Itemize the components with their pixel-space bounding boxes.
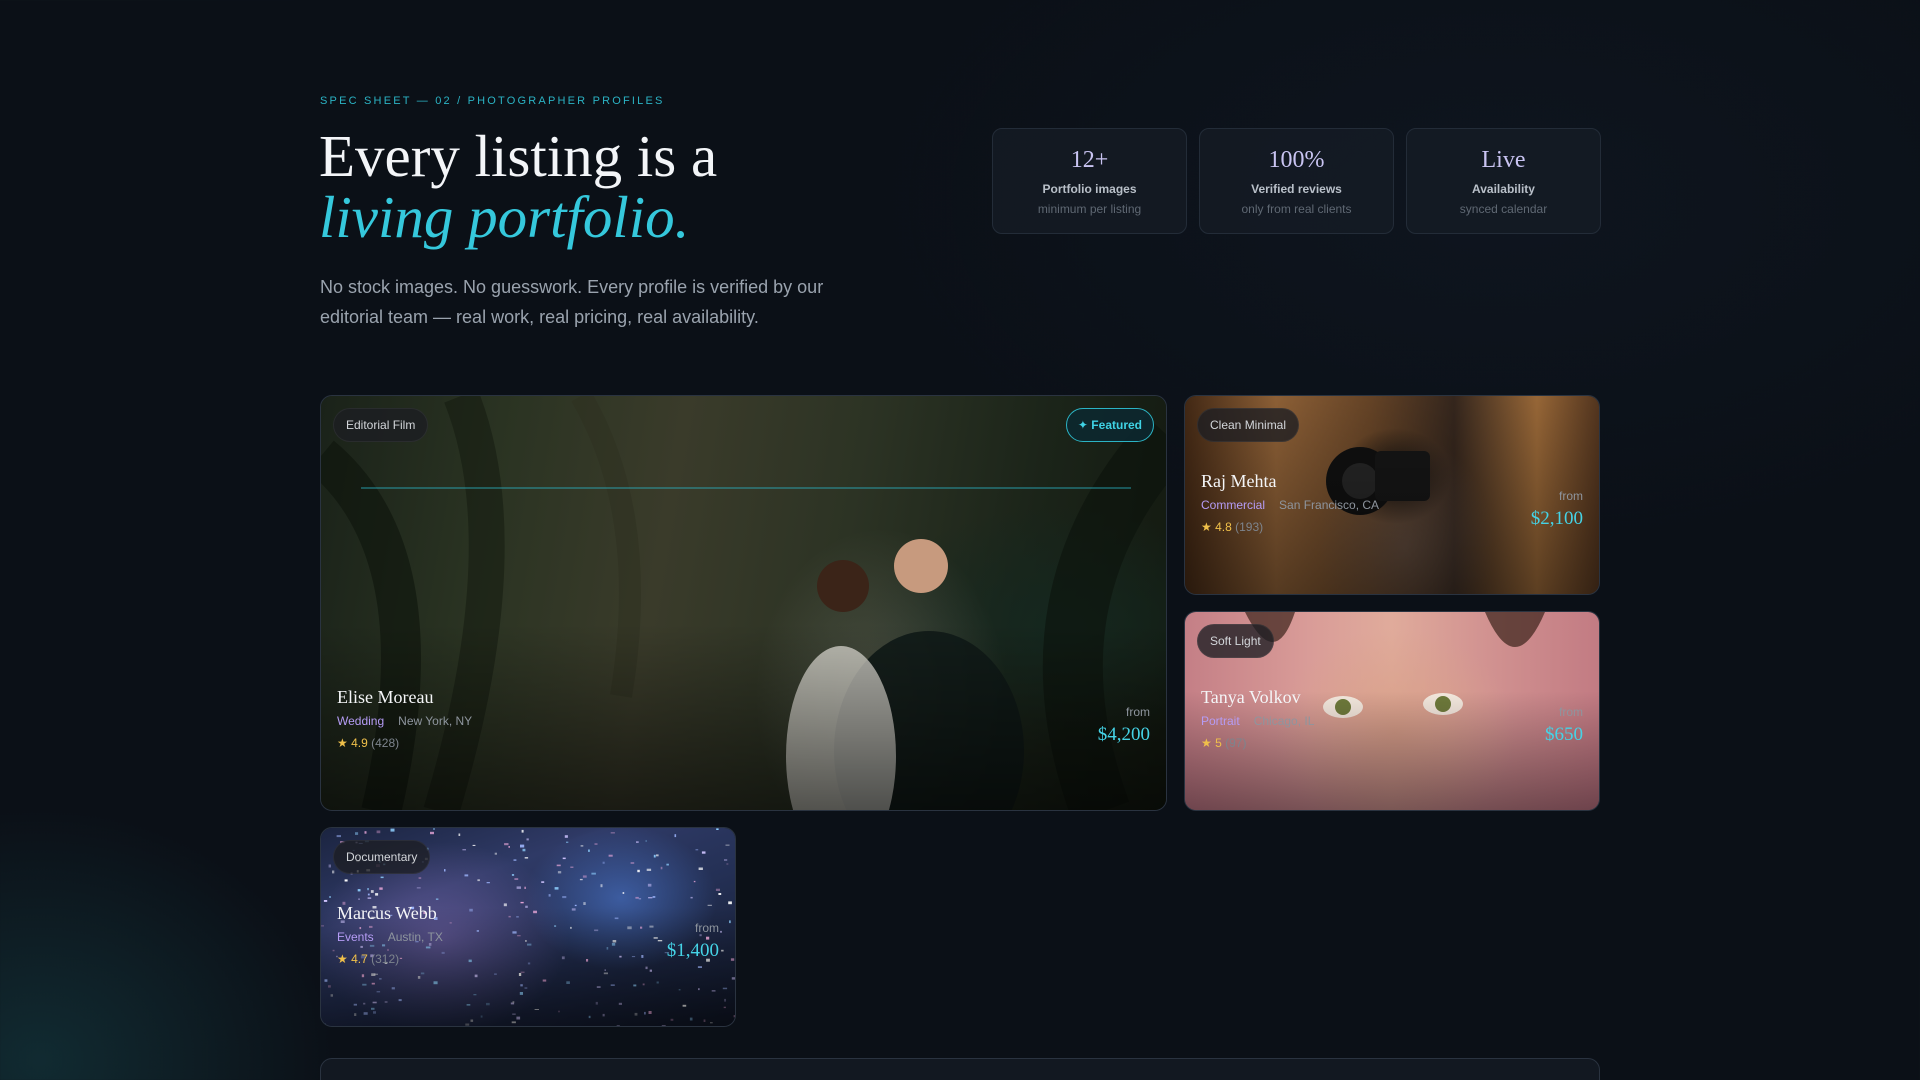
price-block: from $1,400: [667, 921, 719, 962]
location-label: San Francisco, CA: [1279, 498, 1380, 512]
stats-row: 12+ Portfolio images minimum per listing…: [992, 128, 1601, 234]
photographer-card-raj-mehta[interactable]: Clean Minimal Raj Mehta Commercial San Fr…: [1184, 395, 1600, 595]
photographer-meta: Commercial San Francisco, CA: [1201, 498, 1379, 512]
category-label: Events: [337, 930, 374, 944]
category-label: Wedding: [337, 714, 385, 728]
photographer-name[interactable]: Elise Moreau: [337, 687, 472, 708]
price-amount: $650: [1545, 724, 1583, 745]
price-from-label: from: [1559, 489, 1583, 503]
rating-value: ★ 5: [1201, 736, 1222, 750]
review-count: (428): [371, 736, 400, 750]
price-block: from $650: [1545, 705, 1583, 746]
stat-value: 12+: [1070, 147, 1109, 173]
rating: ★ 5 (97): [1201, 736, 1314, 750]
featured-badge: ✦ Featured: [1065, 408, 1154, 442]
price-amount: $4,200: [1097, 724, 1150, 745]
rating: ★ 4.8 (193): [1201, 520, 1379, 534]
style-tag: Editorial Film: [333, 408, 429, 442]
price-block: from $2,100: [1531, 489, 1583, 530]
stat-verified-reviews: 100% Verified reviews only from real cli…: [1199, 128, 1394, 234]
rating-value: ★ 4.8: [1201, 520, 1232, 534]
location-label: New York, NY: [398, 714, 473, 728]
review-count: (97): [1225, 736, 1247, 750]
photographer-name[interactable]: Tanya Volkov: [1201, 687, 1314, 708]
location-label: Chicago, IL: [1253, 714, 1315, 728]
photographer-card-marcus-webb[interactable]: Documentary Marcus Webb Events Austin, TX…: [320, 827, 736, 1027]
stat-sub: minimum per listing: [1037, 202, 1142, 216]
rating-value: ★ 4.7: [337, 952, 368, 966]
photographer-info: Tanya Volkov Portrait Chicago, IL ★ 5 (97…: [1201, 687, 1314, 750]
price-amount: $1,400: [666, 940, 719, 961]
price-from-label: from: [695, 921, 719, 935]
stat-label: Availability: [1472, 182, 1535, 196]
photographer-meta: Wedding New York, NY: [337, 714, 472, 728]
style-tag: Documentary: [333, 840, 431, 874]
headline-line-1: Every listing is a: [319, 123, 718, 189]
style-tag: Soft Light: [1197, 624, 1274, 658]
stat-value: Live: [1481, 147, 1526, 173]
stat-value: 100%: [1268, 147, 1325, 173]
photographer-info: Elise Moreau Wedding New York, NY ★ 4.9 (…: [337, 687, 472, 750]
price-from-label: from: [1126, 705, 1150, 719]
category-label: Commercial: [1201, 498, 1266, 512]
intro-paragraph: No stock images. No guesswork. Every pro…: [320, 277, 824, 327]
stat-label: Verified reviews: [1251, 182, 1342, 196]
photographer-info: Marcus Webb Events Austin, TX ★ 4.7 (312): [337, 903, 443, 966]
photographer-name[interactable]: Marcus Webb: [337, 903, 443, 924]
review-count: (312): [371, 952, 400, 966]
price-block: from $4,200: [1098, 705, 1150, 746]
bottom-panel: [320, 1058, 1600, 1080]
page-headline: Every listing is a living portfolio.: [319, 126, 717, 248]
rating: ★ 4.9 (428): [337, 736, 472, 750]
stat-portfolio-images: 12+ Portfolio images minimum per listing: [992, 128, 1187, 234]
price-from-label: from: [1559, 705, 1583, 719]
photographer-meta: Events Austin, TX: [337, 930, 443, 944]
rating-value: ★ 4.9: [337, 736, 368, 750]
photographer-meta: Portrait Chicago, IL: [1201, 714, 1314, 728]
stat-sub: only from real clients: [1241, 202, 1352, 216]
rating: ★ 4.7 (312): [337, 952, 443, 966]
photographer-card-elise-moreau[interactable]: Editorial Film ✦ Featured Elise Moreau W…: [320, 395, 1167, 811]
price-amount: $2,100: [1530, 508, 1583, 529]
stat-label: Portfolio images: [1042, 182, 1137, 196]
stat-sub: synced calendar: [1459, 202, 1548, 216]
location-label: Austin, TX: [387, 930, 443, 944]
style-tag: Clean Minimal: [1197, 408, 1300, 442]
photographer-info: Raj Mehta Commercial San Francisco, CA ★ …: [1201, 471, 1379, 534]
photographer-name[interactable]: Raj Mehta: [1201, 471, 1379, 492]
headline-accent: living portfolio.: [319, 184, 690, 250]
stat-availability: Live Availability synced calendar: [1406, 128, 1601, 234]
review-count: (193): [1235, 520, 1264, 534]
category-label: Portrait: [1201, 714, 1240, 728]
photographer-card-tanya-volkov[interactable]: Soft Light Tanya Volkov Portrait Chicago,…: [1184, 611, 1600, 811]
eyebrow-label: SPEC SHEET — 02 / PHOTOGRAPHER PROFILES: [320, 95, 665, 107]
